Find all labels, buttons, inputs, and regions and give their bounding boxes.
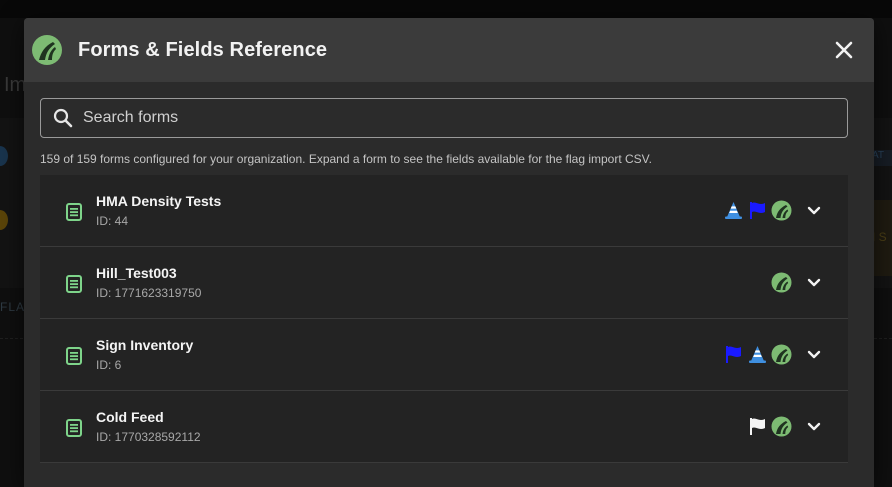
close-icon (835, 41, 853, 59)
dialog-header: Forms & Fields Reference (24, 18, 874, 82)
search-field[interactable] (40, 98, 848, 138)
form-badges (723, 344, 792, 365)
road-logo-icon (771, 416, 792, 437)
road-logo-icon (32, 35, 62, 65)
chevron-down-icon[interactable] (804, 345, 824, 365)
form-list: HMA Density Tests ID: 44 Hill_Test003 ID: 1… (40, 175, 848, 463)
form-id: ID: 6 (96, 358, 122, 372)
form-name: Hill_Test003 (96, 265, 177, 281)
form-text: HMA Density Tests ID: 44 (96, 192, 723, 229)
form-badges (771, 272, 792, 293)
chevron-down-icon[interactable] (804, 201, 824, 221)
form-document-icon (66, 346, 82, 365)
form-id: ID: 44 (96, 214, 129, 228)
form-list-item[interactable]: HMA Density Tests ID: 44 (40, 175, 848, 247)
cone-icon (747, 344, 768, 365)
dialog-title: Forms & Fields Reference (78, 38, 328, 61)
form-name: HMA Density Tests (96, 193, 222, 209)
close-button[interactable] (830, 36, 858, 64)
form-name: Cold Feed (96, 409, 164, 425)
form-document-icon (66, 274, 82, 293)
form-badges (747, 416, 792, 437)
form-badges (723, 200, 792, 221)
chevron-down-icon[interactable] (804, 273, 824, 293)
road-logo-icon (771, 344, 792, 365)
chevron-down-icon[interactable] (804, 417, 824, 437)
form-id: ID: 1770328592112 (96, 430, 201, 444)
form-text: Sign Inventory ID: 6 (96, 336, 723, 373)
form-name: Sign Inventory (96, 337, 194, 353)
blue-flag-icon (747, 200, 768, 221)
dialog-body: 159 of 159 forms configured for your org… (24, 82, 874, 463)
form-list-item[interactable]: Hill_Test003 ID: 1771623319750 (40, 247, 848, 319)
search-icon (53, 108, 73, 128)
form-id: ID: 1771623319750 (96, 286, 202, 300)
form-list-item[interactable]: Sign Inventory ID: 6 (40, 319, 848, 391)
blue-flag-icon (723, 344, 744, 365)
form-document-icon (66, 418, 82, 437)
road-logo-icon (771, 200, 792, 221)
search-input[interactable] (83, 109, 835, 127)
forms-reference-dialog: Forms & Fields Reference 159 of 159 form… (24, 18, 874, 487)
forms-summary: 159 of 159 forms configured for your org… (40, 152, 652, 166)
cone-icon (723, 200, 744, 221)
form-document-icon (66, 202, 82, 221)
white-flag-icon (747, 416, 768, 437)
form-list-item[interactable]: Cold Feed ID: 1770328592112 (40, 391, 848, 463)
form-text: Cold Feed ID: 1770328592112 (96, 408, 747, 445)
road-logo-icon (771, 272, 792, 293)
form-text: Hill_Test003 ID: 1771623319750 (96, 264, 771, 301)
